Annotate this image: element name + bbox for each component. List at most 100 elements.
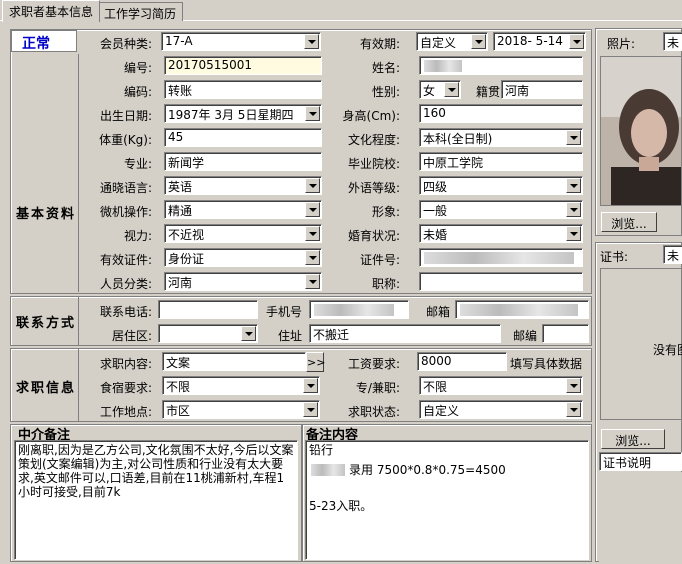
chevron-down-icon[interactable] xyxy=(569,34,584,49)
cert-label: 证书: xyxy=(600,250,629,264)
chevron-down-icon[interactable] xyxy=(305,106,320,121)
gender-select[interactable]: 女 xyxy=(419,80,461,99)
weight-label: 体重(Kg): xyxy=(99,133,152,147)
cert-image-area: 没有图 xyxy=(600,268,682,420)
job-status-select[interactable]: 自定义 xyxy=(419,400,583,419)
email-label: 邮箱 xyxy=(425,305,450,319)
chevron-down-icon[interactable] xyxy=(305,250,320,265)
birth-date-picker[interactable]: 1987年 3月 5日星期四 xyxy=(164,104,322,123)
photo-browse-button[interactable]: 浏览... xyxy=(601,212,657,232)
cert-browse-button[interactable]: 浏览... xyxy=(601,429,665,449)
id-no-label: 证件号: xyxy=(359,253,400,267)
agent-notes-textarea[interactable]: 刚离职,因为是乙方公司,文化氛围不太好,今后以文案策划(文案编辑)为主,对公司性… xyxy=(14,440,298,560)
tab-bar: 求职者基本信息 工作学习简历 xyxy=(0,0,682,22)
chevron-down-icon[interactable] xyxy=(566,130,581,145)
salary-input[interactable]: 8000 xyxy=(417,352,507,371)
job-content-more-button[interactable]: >> xyxy=(306,352,325,372)
salary-hint: 填写具体数据 xyxy=(510,357,583,371)
photo-label: 照片: xyxy=(607,37,636,51)
marital-select[interactable]: 未婚 xyxy=(419,224,583,243)
phone-input[interactable] xyxy=(158,300,258,319)
job-section-title: 求职信息 xyxy=(16,381,77,396)
name-input[interactable] xyxy=(419,56,583,75)
code-input[interactable]: 转账 xyxy=(164,80,322,99)
id-doc-label: 有效证件: xyxy=(99,253,152,267)
height-input[interactable]: 160 xyxy=(419,104,583,123)
chevron-down-icon[interactable] xyxy=(304,34,319,49)
valid-type-select[interactable]: 自定义 xyxy=(416,32,488,51)
status-text: 正常 xyxy=(22,36,50,52)
chevron-down-icon[interactable] xyxy=(305,178,320,193)
education-label: 文化程度: xyxy=(347,133,400,147)
email-input[interactable] xyxy=(455,300,589,319)
remark-line-2-row: 录用 7500*0.8*0.75=4500 xyxy=(309,463,585,477)
code-label: 编码: xyxy=(123,85,152,99)
chevron-down-icon[interactable] xyxy=(303,378,318,393)
mobile-input[interactable] xyxy=(309,300,409,319)
chevron-down-icon[interactable] xyxy=(305,226,320,241)
chevron-down-icon[interactable] xyxy=(444,82,459,97)
person-type-select[interactable]: 河南 xyxy=(164,272,322,291)
job-content-label: 求职内容: xyxy=(99,357,152,371)
location-select[interactable]: 市区 xyxy=(162,400,320,419)
chevron-down-icon[interactable] xyxy=(566,178,581,193)
native-input[interactable]: 河南 xyxy=(501,80,583,99)
school-input[interactable]: 中原工学院 xyxy=(419,152,583,171)
agent-notes-text: 刚离职,因为是乙方公司,文化氛围不太好,今后以文案策划(文案编辑)为主,对公司性… xyxy=(18,443,294,499)
mobile-label: 手机号 xyxy=(265,305,302,319)
location-label: 工作地点: xyxy=(99,405,152,419)
cert-select[interactable]: 未 xyxy=(663,245,682,264)
major-input[interactable]: 新闻学 xyxy=(164,152,322,171)
remark-textarea[interactable]: 铅行 录用 7500*0.8*0.75=4500 5-23入职。 xyxy=(305,440,589,560)
person-type-label: 人员分类: xyxy=(99,277,152,291)
basic-section-cell xyxy=(11,54,79,292)
birth-label: 出生日期: xyxy=(99,109,152,123)
photo-select[interactable]: 未 xyxy=(663,32,682,51)
chevron-down-icon[interactable] xyxy=(566,226,581,241)
education-select[interactable]: 本科(全日制) xyxy=(419,128,583,147)
address-input[interactable]: 不搬迁 xyxy=(309,324,501,343)
chevron-down-icon[interactable] xyxy=(241,326,256,341)
tab-basic-info[interactable]: 求职者基本信息 xyxy=(2,0,101,22)
board-select[interactable]: 不限 xyxy=(162,376,320,395)
chevron-down-icon[interactable] xyxy=(566,402,581,417)
chevron-down-icon[interactable] xyxy=(305,202,320,217)
title-input[interactable] xyxy=(419,272,583,291)
major-label: 专业: xyxy=(123,157,152,171)
cert-desc-input[interactable]: 证书说明 xyxy=(599,452,682,471)
board-label: 食宿要求: xyxy=(99,381,152,395)
appearance-select[interactable]: 一般 xyxy=(419,200,583,219)
valid-date-picker[interactable]: 2018- 5-14 xyxy=(493,32,586,51)
fulltime-select[interactable]: 不限 xyxy=(419,376,583,395)
postcode-label: 邮编 xyxy=(512,329,537,343)
member-type-select[interactable]: 17-A xyxy=(161,32,321,51)
remark-line-1: 铅行 xyxy=(309,443,334,457)
residence-select[interactable] xyxy=(158,324,258,343)
weight-input[interactable]: 45 xyxy=(164,128,322,147)
postcode-input[interactable] xyxy=(542,324,589,343)
tab-resume[interactable]: 工作学习简历 xyxy=(97,2,184,21)
language-select[interactable]: 英语 xyxy=(164,176,322,195)
residence-label: 居住区: xyxy=(111,329,152,343)
chevron-down-icon[interactable] xyxy=(566,202,581,217)
job-status-label: 求职状态: xyxy=(347,405,400,419)
remark-line-2: 录用 7500*0.8*0.75=4500 xyxy=(349,463,506,477)
name-label: 姓名: xyxy=(371,61,400,75)
id-doc-select[interactable]: 身份证 xyxy=(164,248,322,267)
address-label: 住址 xyxy=(277,329,302,343)
chevron-down-icon[interactable] xyxy=(303,402,318,417)
chevron-down-icon[interactable] xyxy=(566,378,581,393)
chevron-down-icon[interactable] xyxy=(471,34,486,49)
chevron-down-icon[interactable] xyxy=(305,274,320,289)
computer-select[interactable]: 精通 xyxy=(164,200,322,219)
job-content-input[interactable]: 文案 xyxy=(162,352,306,371)
vision-label: 视力: xyxy=(123,229,152,243)
vision-select[interactable]: 不近视 xyxy=(164,224,322,243)
lang-level-label: 外语等级: xyxy=(347,181,400,195)
lang-level-select[interactable]: 四级 xyxy=(419,176,583,195)
number-input[interactable]: 20170515001 xyxy=(164,56,322,75)
cert-desc-area xyxy=(599,472,682,562)
title-label: 职称: xyxy=(371,277,400,291)
id-no-input[interactable] xyxy=(419,248,583,267)
avatar-photo xyxy=(601,57,681,205)
